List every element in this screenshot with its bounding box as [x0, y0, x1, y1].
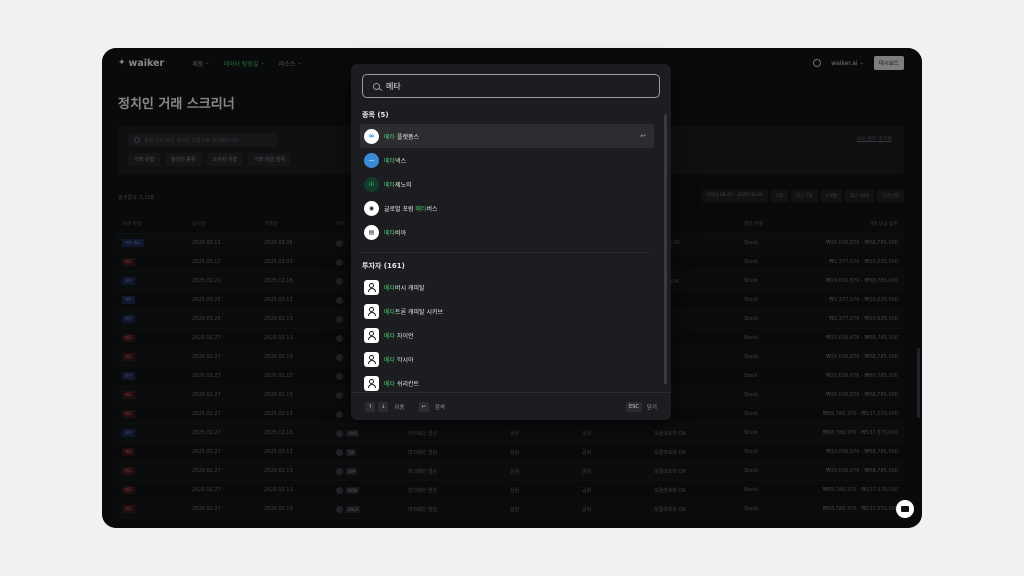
result-highlight: 메타: [384, 157, 396, 165]
investor-result-item[interactable]: 메타 자이언: [351, 323, 661, 347]
results-list: 종목 (5) ∞ 메타 플랫폼스 ↩ — 메타넥스 ılı 메타제노미 ◉ 글로벌 포럼 메타버스…: [351, 106, 661, 392]
result-label: 메타 악시아: [384, 355, 414, 364]
result-rest: 자이언: [395, 332, 414, 340]
result-highlight: 메타: [384, 356, 396, 364]
meta-logo-icon: ∞: [364, 128, 379, 144]
esc-key-icon: ESC: [626, 401, 642, 412]
result-label: 메타버시 캐피탈: [384, 283, 425, 292]
person-icon: [364, 279, 379, 295]
section-divider: [362, 252, 650, 253]
move-label: 이동: [394, 404, 405, 411]
document-logo-icon: ▤: [364, 224, 379, 240]
search-hint: ↩ 검색: [418, 401, 445, 412]
result-highlight: 메타: [384, 284, 396, 292]
result-highlight: 메타: [415, 205, 427, 213]
enter-icon: ↩: [640, 132, 646, 140]
stock-result-item[interactable]: ◉ 글로벌 포럼 메타버스: [351, 196, 661, 220]
modal-footer: ↑ ↓ 이동 ↩ 검색 ESC 닫기: [351, 392, 671, 420]
stock-result-item[interactable]: — 메타넥스: [351, 148, 661, 172]
result-rest: 플랫폼스: [395, 133, 420, 141]
stock-result-item[interactable]: ılı 메타제노미: [351, 172, 661, 196]
investor-result-item[interactable]: 메타 악시아: [351, 347, 661, 371]
result-rest: 버스: [426, 205, 438, 213]
result-rest: 악시아: [395, 356, 414, 364]
result-rest: 제노미: [395, 181, 412, 189]
result-highlight: 메타: [384, 380, 396, 388]
arrow-up-key-icon: ↑: [365, 401, 376, 412]
move-hint: ↑ ↓ 이동: [365, 401, 405, 412]
bars-logo-icon: ılı: [364, 176, 379, 192]
investor-result-item[interactable]: 메타 쉬리칸트: [351, 371, 661, 392]
section-title: 투자자 (161): [362, 262, 405, 270]
enter-key-icon: ↩: [418, 401, 429, 412]
search-modal: 메타 종목 (5) ∞ 메타 플랫폼스 ↩ — 메타넥스 ılı 메타제노미 ◉ 글로벌 포럼 메…: [351, 64, 671, 420]
result-rest: 넥스: [395, 157, 407, 165]
result-label: 메타넥스: [384, 156, 406, 165]
results-scrollbar[interactable]: [664, 114, 667, 384]
result-label: 메타비아: [384, 228, 406, 237]
investor-result-item[interactable]: 메타버시 캐피탈: [351, 275, 661, 299]
stock-result-item[interactable]: ▤ 메타비아: [351, 220, 661, 244]
result-rest: 비아: [395, 229, 407, 237]
result-label: 메타 쉬리칸트: [384, 379, 419, 388]
close-hint[interactable]: ESC 닫기: [626, 401, 657, 412]
result-highlight: 메타: [384, 181, 396, 189]
investor-result-item[interactable]: 메타트론 캐피탈 시카브: [351, 299, 661, 323]
metanex-logo-icon: —: [364, 152, 379, 168]
result-highlight: 메타: [384, 133, 396, 141]
result-label: 메타 자이언: [384, 331, 414, 340]
person-icon: [364, 327, 379, 343]
globe-logo-icon: ◉: [364, 200, 379, 216]
person-icon: [364, 351, 379, 367]
chat-button[interactable]: [896, 500, 914, 518]
result-rest: 트론 캐피탈 시카브: [395, 308, 444, 316]
arrow-down-key-icon: ↓: [378, 401, 389, 412]
result-rest: 버시 캐피탈: [395, 284, 425, 292]
result-prefix: 글로벌 포럼: [384, 205, 416, 213]
search-icon: [373, 82, 380, 90]
person-icon: [364, 375, 379, 391]
result-label: 메타 플랫폼스: [384, 132, 419, 141]
person-icon: [364, 303, 379, 319]
result-highlight: 메타: [384, 308, 396, 316]
section-title: 종목 (5): [362, 111, 389, 119]
result-label: 메타트론 캐피탈 시카브: [384, 307, 443, 316]
result-label: 메타제노미: [384, 180, 412, 189]
search-query: 메타: [386, 81, 401, 91]
chat-icon: [901, 506, 909, 512]
result-label: 글로벌 포럼 메타버스: [384, 204, 438, 213]
result-highlight: 메타: [384, 332, 396, 340]
modal-search-input[interactable]: 메타: [362, 74, 660, 98]
result-highlight: 메타: [384, 229, 396, 237]
close-label: 닫기: [646, 404, 657, 411]
search-label: 검색: [434, 404, 445, 411]
stock-result-item[interactable]: ∞ 메타 플랫폼스 ↩: [360, 124, 654, 148]
result-rest: 쉬리칸트: [395, 380, 420, 388]
